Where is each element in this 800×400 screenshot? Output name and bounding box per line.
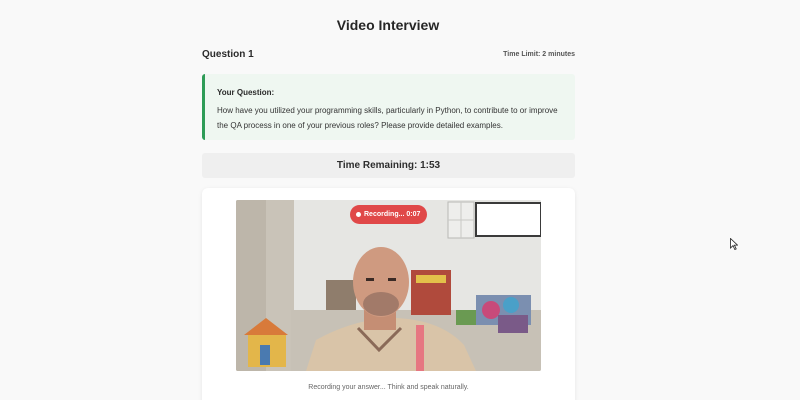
question-label: Your Question: [217, 88, 275, 97]
webcam-image [236, 200, 541, 371]
question-card: Your Question: How have you utilized you… [202, 74, 575, 140]
record-dot-icon [356, 212, 361, 217]
question-number: Question 1 [202, 49, 254, 60]
webcam-preview [236, 200, 541, 371]
recording-badge: Recording... 0:07 [350, 205, 427, 224]
question-header: Question 1 Time Limit: 2 minutes [202, 49, 575, 63]
recording-timer: Recording... 0:07 [364, 211, 421, 218]
mouse-pointer-icon [730, 238, 738, 250]
question-text: How have you utilized your programming s… [217, 106, 558, 130]
recording-caption: Recording your answer... Think and speak… [308, 384, 469, 391]
page-title: Video Interview [336, 17, 440, 33]
time-remaining: Time Remaining: 1:53 [202, 153, 575, 178]
time-limit: Time Limit: 2 minutes [503, 51, 575, 58]
